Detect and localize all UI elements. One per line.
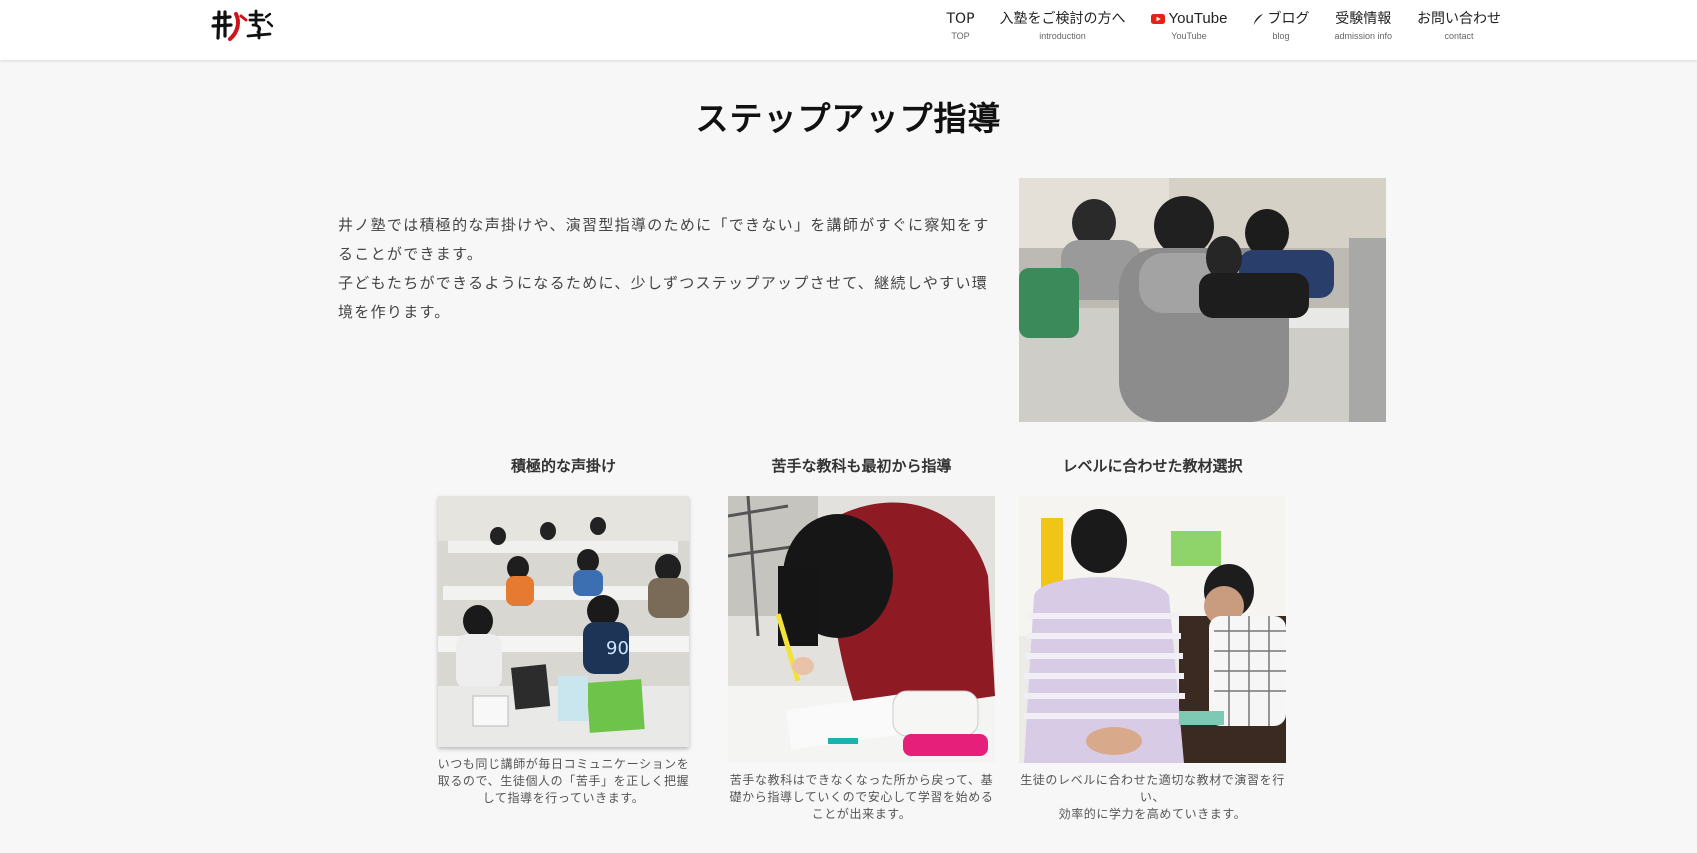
feature-title-1: 積極的な声掛け bbox=[510, 457, 616, 475]
nav-blog-main: ブログ bbox=[1252, 10, 1309, 28]
page-title: ステップアップ指導 bbox=[695, 99, 1002, 138]
feature-title-2: 苦手な教科も最初から指導 bbox=[771, 457, 952, 475]
nav-item-contact[interactable]: お問い合わせ contact bbox=[1417, 10, 1501, 42]
site-logo[interactable] bbox=[210, 8, 276, 42]
nav-blog-label: ブログ bbox=[1267, 11, 1310, 27]
nav-introduction-label: 入塾をご検討の方へ bbox=[999, 11, 1126, 27]
nav-contact-sub: contact bbox=[1444, 31, 1474, 41]
nav-contact-label: お問い合わせ bbox=[1417, 11, 1501, 27]
nav-item-admission[interactable]: 受験情報 admission info bbox=[1334, 10, 1392, 42]
intro-text: 井ノ塾では積極的な声掛けや、演習型指導のために「できない」を講師がすぐに察知をす… bbox=[338, 211, 1000, 327]
nav-blog-sub: blog bbox=[1272, 31, 1290, 41]
nav-top-label: TOP bbox=[946, 11, 975, 27]
nav-item-blog[interactable]: ブログ blog bbox=[1252, 10, 1309, 42]
feature-photo-3 bbox=[1019, 496, 1286, 763]
intro-paragraph-1: 井ノ塾では積極的な声掛けや、演習型指導のために「できない」を講師がすぐに察知をす… bbox=[338, 216, 990, 263]
nav-item-top[interactable]: TOP TOP bbox=[947, 10, 975, 42]
site-header: TOP TOP 入塾をご検討の方へ introduction YouTube Y… bbox=[0, 0, 1697, 60]
intro-paragraph-2: 子どもたちができるようになるために、少しずつステップアップさせて、継続しやすい環… bbox=[338, 274, 989, 321]
feature-desc-3-line2: 効率的に学力を高めていきます。 bbox=[1058, 807, 1247, 821]
nav-admission-label: 受験情報 bbox=[1335, 11, 1392, 27]
feature-desc-3-line1: 生徒のレベルに合わせた適切な教材で演習を行い、 bbox=[1020, 773, 1285, 804]
nav-youtube-sub: YouTube bbox=[1171, 31, 1207, 41]
feature-desc-3: 生徒のレベルに合わせた適切な教材で演習を行い、 効率的に学力を高めていきます。 bbox=[1019, 772, 1286, 823]
nav-item-introduction[interactable]: 入塾をご検討の方へ introduction bbox=[1000, 10, 1126, 42]
main-nav: TOP TOP 入塾をご検討の方へ introduction YouTube Y… bbox=[947, 10, 1502, 42]
nav-item-youtube[interactable]: YouTube YouTube bbox=[1150, 10, 1228, 42]
svg-text:90: 90 bbox=[606, 638, 629, 659]
nav-youtube-main: YouTube bbox=[1150, 10, 1228, 28]
pen-icon bbox=[1253, 13, 1264, 25]
nav-youtube-label: YouTube bbox=[1168, 10, 1228, 27]
feature-desc-1: いつも同じ講師が毎日コミュニケーションを取るので、生徒個人の「苦手」を正しく把握… bbox=[437, 757, 690, 805]
feature-photo-1: 90 bbox=[438, 496, 689, 747]
feature-photo-2 bbox=[728, 496, 995, 763]
nav-top-sub: TOP bbox=[951, 31, 970, 41]
nav-introduction-sub: introduction bbox=[1039, 31, 1086, 41]
feature-title-3: レベルに合わせた教材選択 bbox=[1062, 457, 1243, 475]
youtube-icon bbox=[1150, 14, 1165, 24]
classroom-photo bbox=[1019, 178, 1386, 422]
feature-desc-2: 苦手な教科はできなくなった所から戻って、基礎から指導していくので安心して学習を始… bbox=[729, 773, 994, 821]
nav-admission-sub: admission info bbox=[1334, 31, 1392, 41]
logo-icon bbox=[211, 9, 274, 41]
